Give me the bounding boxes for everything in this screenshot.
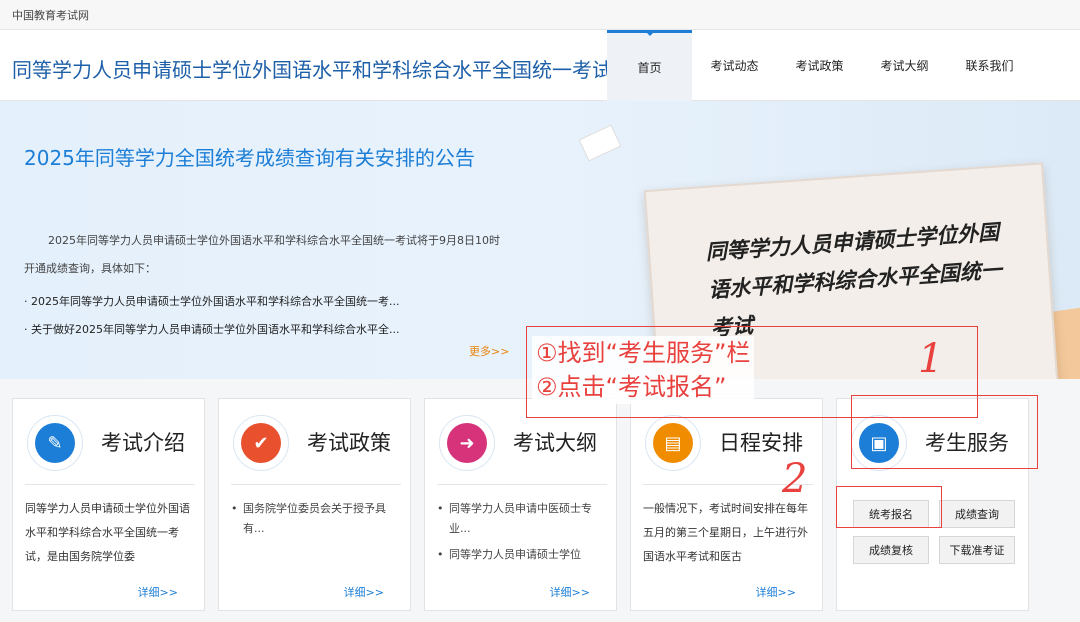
nav-home[interactable]: 首页 bbox=[607, 30, 692, 101]
annotation-mark-2: 2 bbox=[782, 456, 808, 502]
announcement-item[interactable]: · 关于做好2025年同等学力人员申请硕士学位外国语水平和学科综合水平全... bbox=[24, 316, 464, 344]
annotation-text: ①找到“考生服务”栏 ②点击“考试报名” bbox=[532, 336, 755, 404]
admit-ticket-button[interactable]: 下载准考证 bbox=[939, 536, 1015, 564]
score-query-button[interactable]: 成绩查询 bbox=[939, 500, 1015, 528]
paper-decoration bbox=[578, 124, 622, 162]
detail-link[interactable]: 详细>> bbox=[138, 584, 178, 600]
card-title[interactable]: 考试介绍 bbox=[101, 427, 185, 457]
divider bbox=[437, 484, 607, 485]
divider bbox=[231, 484, 401, 485]
list-item[interactable]: 同等学力人员申请中医硕士专业... bbox=[437, 499, 609, 539]
list-item[interactable]: 国务院学位委员会关于授予具有... bbox=[231, 499, 403, 539]
card-title[interactable]: 日程安排 bbox=[719, 427, 803, 457]
card-title[interactable]: 考试政策 bbox=[307, 427, 391, 457]
announcement-item[interactable]: · 2025年同等学力人员申请硕士学位外国语水平和学科综合水平全国统一考... bbox=[24, 288, 464, 316]
nav-contact[interactable]: 联系我们 bbox=[947, 30, 1032, 101]
header: 同等学力人员申请硕士学位外国语水平和学科综合水平全国统一考试 首页 考试动态 考… bbox=[0, 30, 1080, 101]
detail-link[interactable]: 详细>> bbox=[756, 584, 796, 600]
main-nav: 首页 考试动态 考试政策 考试大纲 联系我们 bbox=[607, 30, 1032, 101]
announcement-headline[interactable]: 2025年同等学力全国统考成绩查询有关安排的公告 bbox=[24, 141, 494, 175]
announcement-list: · 2025年同等学力人员申请硕士学位外国语水平和学科综合水平全国统一考... … bbox=[24, 288, 464, 344]
card-list: 同等学力人员申请中医硕士专业... 同等学力人员申请硕士学位 bbox=[437, 499, 609, 571]
list-item[interactable]: 同等学力人员申请硕士学位 bbox=[437, 545, 609, 565]
announcement-intro: 2025年同等学力人员申请硕士学位外国语水平和学科综合水平全国统一考试将于9月8… bbox=[24, 234, 500, 275]
card-body: 一般情况下，考试时间安排在每年五月的第三个星期日，上午进行外国语水平考试和医古 bbox=[643, 502, 808, 563]
card-exam-policy: ✔ 考试政策 国务院学位委员会关于授予具有... 详细>> bbox=[218, 398, 411, 611]
top-strip: 中国教育考试网 bbox=[0, 0, 1080, 30]
card-schedule: ▤ 日程安排 一般情况下，考试时间安排在每年五月的第三个星期日，上午进行外国语水… bbox=[630, 398, 823, 611]
annotation-services-box bbox=[851, 395, 1038, 469]
check-icon: ✔ bbox=[233, 415, 289, 471]
more-link[interactable]: 更多>> bbox=[469, 343, 509, 359]
card-exam-intro: ✎ 考试介绍 同等学力人员申请硕士学位外国语水平和学科综合水平全国统一考试，是由… bbox=[12, 398, 205, 611]
outline-icon: ➜ bbox=[439, 415, 495, 471]
score-review-button[interactable]: 成绩复核 bbox=[853, 536, 929, 564]
divider bbox=[25, 484, 195, 485]
annotation-register-box bbox=[836, 486, 942, 528]
annotation-mark-1: 1 bbox=[918, 336, 944, 382]
detail-link[interactable]: 详细>> bbox=[550, 584, 590, 600]
nav-exam-news[interactable]: 考试动态 bbox=[692, 30, 777, 101]
card-list: 国务院学位委员会关于授予具有... bbox=[231, 499, 403, 545]
card-title[interactable]: 考试大纲 bbox=[513, 427, 597, 457]
detail-link[interactable]: 详细>> bbox=[344, 584, 384, 600]
site-name[interactable]: 中国教育考试网 bbox=[12, 7, 89, 23]
card-exam-outline: ➜ 考试大纲 同等学力人员申请中医硕士专业... 同等学力人员申请硕士学位 详细… bbox=[424, 398, 617, 611]
nav-exam-policy[interactable]: 考试政策 bbox=[777, 30, 862, 101]
document-icon: ✎ bbox=[27, 415, 83, 471]
page-title: 同等学力人员申请硕士学位外国语水平和学科综合水平全国统一考试 bbox=[12, 58, 612, 82]
calendar-icon: ▤ bbox=[645, 415, 701, 471]
card-body: 同等学力人员申请硕士学位外国语水平和学科综合水平全国统一考试，是由国务院学位委 bbox=[25, 502, 190, 563]
nav-exam-outline[interactable]: 考试大纲 bbox=[862, 30, 947, 101]
